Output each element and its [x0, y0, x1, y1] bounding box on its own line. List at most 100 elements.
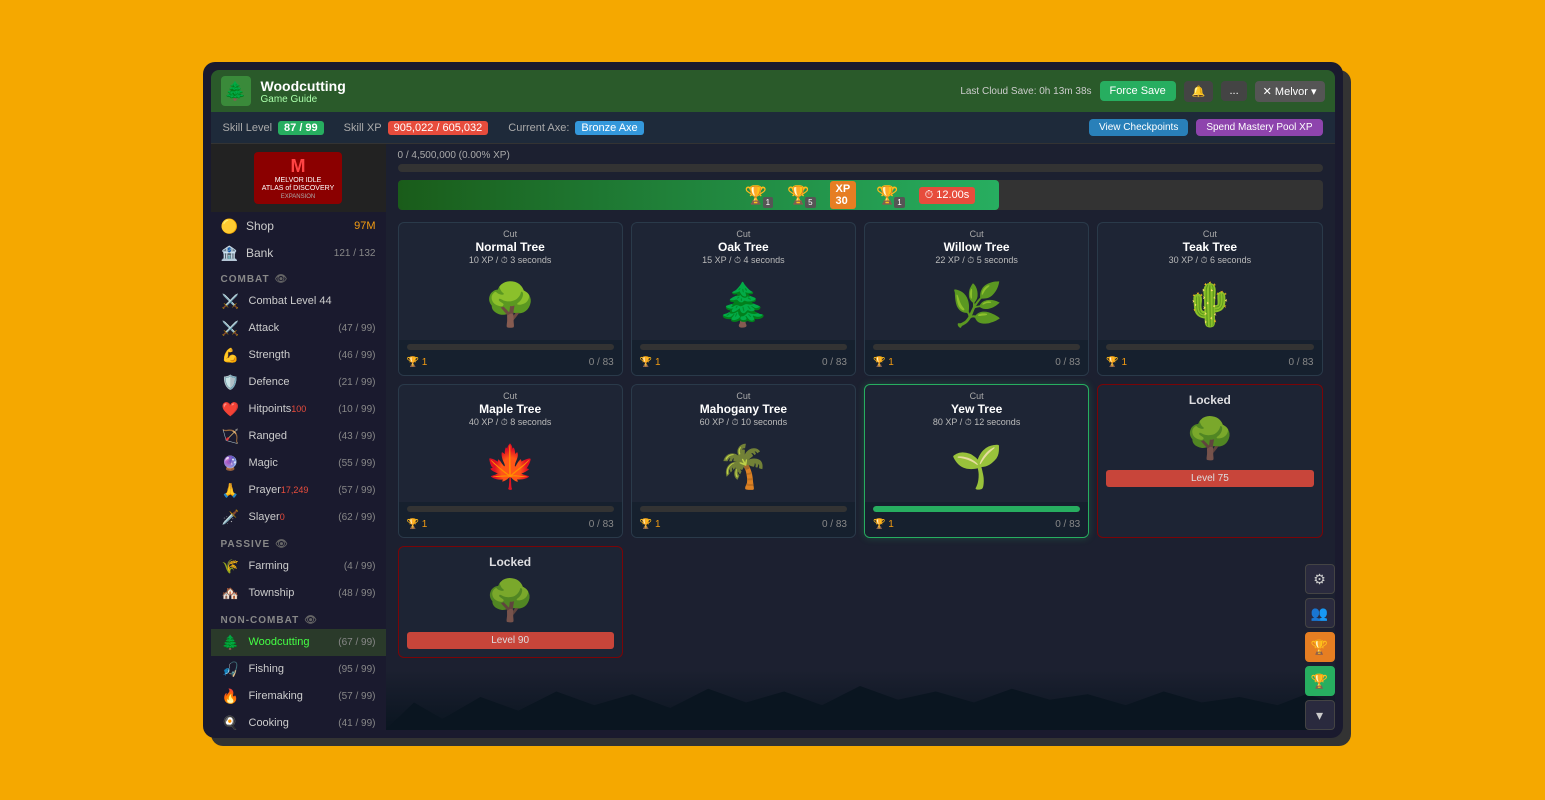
locked-icon: 🌳 — [407, 577, 614, 624]
spend-mastery-button[interactable]: Spend Mastery Pool XP — [1196, 119, 1322, 136]
trophy-badge-3: 1 — [894, 197, 904, 208]
sidebar-item-strength[interactable]: 💪 Strength (46 / 99) — [211, 342, 386, 369]
action-buttons-panel: ⚙ 👥 🏆 🏆 ▾ — [1297, 556, 1343, 738]
sidebar-item-fishing[interactable]: 🎣 Fishing (95 / 99) — [211, 656, 386, 683]
tree-card-oak[interactable]: Cut Oak Tree 15 XP / ⏱ 4 seconds 🌲 🏆 1 0… — [631, 222, 856, 376]
skill-bar-actions: View Checkpoints Spend Mastery Pool XP — [1089, 119, 1322, 136]
tree-card-normal[interactable]: Cut Normal Tree 10 XP / ⏱ 3 seconds 🌳 🏆 … — [398, 222, 623, 376]
prayer-icon: 🙏 — [221, 482, 241, 499]
hitpoints-label: Hitpoints100 — [249, 403, 331, 415]
mastery-progress-section: 🏆 1 🏆 5 XP 30 — [386, 176, 1335, 214]
trophy-button-1[interactable]: 🏆 — [1305, 632, 1335, 662]
tree-card-header-oak: Cut Oak Tree 15 XP / ⏱ 4 seconds — [632, 223, 855, 270]
tree-card-yew[interactable]: Cut Yew Tree 80 XP / ⏱ 12 seconds 🌱 🏆 1 … — [864, 384, 1089, 538]
trophy-button-2[interactable]: 🏆 — [1305, 666, 1335, 696]
tree-card-magic-locked[interactable]: Locked 🌳 Level 90 — [398, 546, 623, 658]
mastery-fraction-willow: 0 / 83 — [1055, 357, 1080, 368]
sidebar-item-slayer[interactable]: 🗡️ Slayer0 (62 / 99) — [211, 504, 386, 531]
attack-level: (47 / 99) — [338, 323, 375, 334]
tree-card-maple[interactable]: Cut Maple Tree 40 XP / ⏱ 8 seconds 🍁 🏆 1… — [398, 384, 623, 538]
sidebar-item-farming[interactable]: 🌾 Farming (4 / 99) — [211, 553, 386, 580]
game-guide-link[interactable]: Game Guide — [261, 94, 346, 105]
tree-mastery-maple: 🏆 1 0 / 83 — [407, 516, 614, 533]
sidebar-item-attack[interactable]: ⚔️ Attack (47 / 99) — [211, 315, 386, 342]
sidebar-item-hitpoints[interactable]: ❤️ Hitpoints100 (10 / 99) — [211, 396, 386, 423]
tree-mastery-oak: 🏆 1 0 / 83 — [640, 354, 847, 371]
tree-action-teak: Cut — [1106, 229, 1313, 239]
tree-progress-bar-mahogany — [640, 506, 847, 512]
sidebar-item-magic[interactable]: 🔮 Magic (55 / 99) — [211, 450, 386, 477]
locked-level-bar: Level 75 — [1106, 470, 1313, 487]
locked-text: Locked — [407, 555, 614, 569]
tree-card-header-normal: Cut Normal Tree 10 XP / ⏱ 3 seconds — [399, 223, 622, 270]
players-button[interactable]: 👥 — [1305, 598, 1335, 628]
sidebar-item-shop[interactable]: 🟡 Shop 97M — [211, 212, 386, 241]
shop-label: Shop — [246, 219, 346, 233]
logo-text: MELVOR IDLE — [262, 177, 335, 185]
xp-badge-label: XP — [836, 183, 851, 195]
magic-icon: 🔮 — [221, 455, 241, 472]
mastery-trophy-normal: 🏆 1 — [407, 357, 428, 368]
sidebar-item-cooking[interactable]: 🍳 Cooking (41 / 99) — [211, 710, 386, 730]
ranged-level: (43 / 99) — [338, 431, 375, 442]
tree-card-header-teak: Cut Teak Tree 30 XP / ⏱ 6 seconds — [1098, 223, 1321, 270]
sidebar: M MELVOR IDLE ATLAS of DISCOVERY EXPANSI… — [211, 144, 386, 730]
township-level: (48 / 99) — [338, 588, 375, 599]
tree-xp-teak: 30 XP / ⏱ 6 seconds — [1106, 255, 1313, 266]
tree-card-teak[interactable]: Cut Teak Tree 30 XP / ⏱ 6 seconds 🌵 🏆 1 … — [1097, 222, 1322, 376]
notification-button[interactable]: 🔔 — [1184, 81, 1214, 102]
top-bar-right: Last Cloud Save: 0h 13m 38s Force Save 🔔… — [960, 81, 1324, 102]
farming-level: (4 / 99) — [344, 561, 376, 572]
tree-card-header-willow: Cut Willow Tree 22 XP / ⏱ 5 seconds — [865, 223, 1088, 270]
more-options-button[interactable]: ... — [1221, 81, 1246, 101]
sidebar-item-township[interactable]: 🏘️ Township (48 / 99) — [211, 580, 386, 607]
tree-card-mahogany[interactable]: Cut Mahogany Tree 60 XP / ⏱ 10 seconds 🌴… — [631, 384, 856, 538]
tree-card-willow[interactable]: Cut Willow Tree 22 XP / ⏱ 5 seconds 🌿 🏆 … — [864, 222, 1089, 376]
sidebar-item-bank[interactable]: 🏦 Bank 121 / 132 — [211, 241, 386, 266]
sidebar-item-defence[interactable]: 🛡️ Defence (21 / 99) — [211, 369, 386, 396]
noncombat-skills-list: 🌲 Woodcutting (67 / 99) 🎣 Fishing (95 / … — [211, 629, 386, 730]
sidebar-item-combat-level[interactable]: ⚔️ Combat Level 44 — [211, 288, 386, 315]
tree-action-yew: Cut — [873, 391, 1080, 401]
force-save-button[interactable]: Force Save — [1100, 81, 1176, 101]
sidebar-item-prayer[interactable]: 🙏 Prayer17,249 (57 / 99) — [211, 477, 386, 504]
tree-progress-bar-willow — [873, 344, 1080, 350]
firemaking-level: (57 / 99) — [338, 691, 375, 702]
skill-level-badge: 87 / 99 — [278, 121, 324, 135]
tree-body-normal: 🏆 1 0 / 83 — [399, 340, 622, 375]
sidebar-item-woodcutting[interactable]: 🌲 Woodcutting (67 / 99) — [211, 629, 386, 656]
tree-progress-bar-maple — [407, 506, 614, 512]
fishing-icon: 🎣 — [221, 661, 241, 678]
sidebar-item-firemaking[interactable]: 🔥 Firemaking (57 / 99) — [211, 683, 386, 710]
mastery-trophy-mahogany: 🏆 1 — [640, 519, 661, 530]
woodcutting-level: (67 / 99) — [338, 637, 375, 648]
tree-mastery-yew: 🏆 1 0 / 83 — [873, 516, 1080, 533]
sidebar-item-ranged[interactable]: 🏹 Ranged (43 / 99) — [211, 423, 386, 450]
view-checkpoints-button[interactable]: View Checkpoints — [1089, 119, 1188, 136]
settings-button[interactable]: ⚙ — [1305, 564, 1335, 594]
tree-name-oak: Oak Tree — [640, 240, 847, 254]
strength-label: Strength — [249, 349, 331, 361]
tree-body-teak: 🏆 1 0 / 83 — [1098, 340, 1321, 375]
mastery-trophy-oak: 🏆 1 — [640, 357, 661, 368]
skill-title-block: Woodcutting Game Guide — [261, 78, 346, 105]
main-content: M MELVOR IDLE ATLAS of DISCOVERY EXPANSI… — [211, 144, 1335, 730]
skill-bar-row: Skill Level 87 / 99 Skill XP 905,022 / 6… — [211, 112, 1335, 144]
expand-button[interactable]: ▾ — [1305, 700, 1335, 730]
hitpoints-icon: ❤️ — [221, 401, 241, 418]
tree-progress-bar-teak — [1106, 344, 1313, 350]
mastery-xp-badge: XP 30 — [830, 181, 857, 209]
right-panel: 0 / 4,500,000 (0.00% XP) 🏆 1 — [386, 144, 1335, 730]
user-menu-button[interactable]: ✕ Melvor ▾ — [1255, 81, 1325, 102]
slayer-label: Slayer0 — [249, 511, 331, 523]
tree-progress-bar-normal — [407, 344, 614, 350]
bank-icon: 🏦 — [221, 245, 238, 262]
passive-skills-list: 🌾 Farming (4 / 99) 🏘️ Township (48 / 99) — [211, 553, 386, 607]
tree-card-teak-locked[interactable]: Locked 🌳 Level 75 — [1097, 384, 1322, 538]
firemaking-label: Firemaking — [249, 690, 331, 702]
xp-bar-outer — [398, 164, 1323, 172]
tree-action-mahogany: Cut — [640, 391, 847, 401]
skill-icon: 🌲 — [221, 76, 251, 106]
mastery-trophy-yew: 🏆 1 — [873, 519, 894, 530]
cloud-save-text: Last Cloud Save: 0h 13m 38s — [960, 86, 1091, 97]
